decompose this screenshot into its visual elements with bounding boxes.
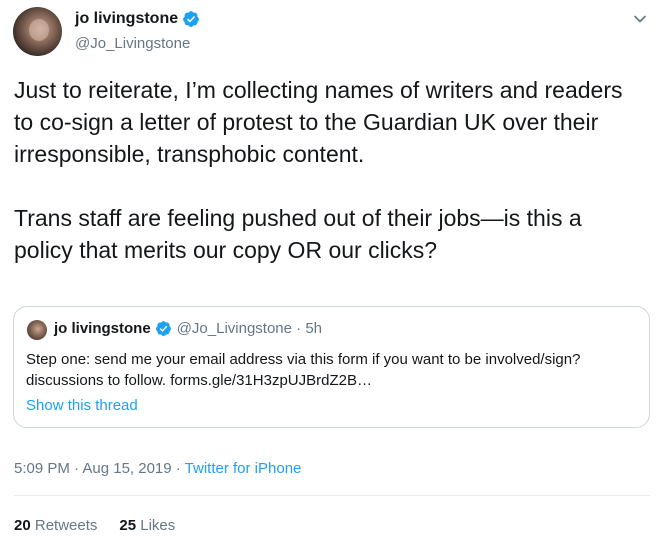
divider <box>14 495 650 496</box>
show-thread-link[interactable]: Show this thread <box>26 397 138 414</box>
timestamp[interactable]: 5:09 PM · Aug 15, 2019 · <box>14 460 185 477</box>
quoted-display-name: jo livingstone <box>54 320 151 337</box>
likes-stat[interactable]: 25 Likes <box>119 517 175 534</box>
verified-badge-icon <box>155 321 171 336</box>
quoted-tweet-header: jo livingstone @Jo_Livingstone · 5h <box>54 320 322 337</box>
likes-count: 25 <box>119 517 137 534</box>
quoted-tweet-text: Step one: send me your email address via… <box>26 351 581 389</box>
retweets-label: Retweets <box>30 517 98 534</box>
likes-label: Likes <box>136 517 176 534</box>
engagement-stats: 20 Retweets 25 Likes <box>14 517 197 534</box>
retweets-stat[interactable]: 20 Retweets <box>14 517 97 534</box>
verified-badge-icon <box>183 11 199 27</box>
avatar[interactable] <box>13 7 62 56</box>
quoted-tweet-card[interactable]: jo livingstone @Jo_Livingstone · 5h Step… <box>13 306 650 428</box>
tweet: jo livingstone @Jo_Livingstone Just to r… <box>0 0 659 547</box>
chevron-down-icon[interactable] <box>633 12 647 26</box>
author-display-name[interactable]: jo livingstone <box>75 10 178 28</box>
retweets-count: 20 <box>14 517 31 534</box>
tweet-text: Just to reiterate, I’m collecting names … <box>14 77 623 263</box>
author-name-row[interactable]: jo livingstone <box>75 10 200 28</box>
quoted-avatar <box>27 320 47 340</box>
tweet-metadata: 5:09 PM · Aug 15, 2019 · Twitter for iPh… <box>14 460 301 477</box>
author-handle[interactable]: @Jo_Livingstone <box>75 35 190 52</box>
source-link[interactable]: Twitter for iPhone <box>185 460 302 477</box>
quoted-handle-time: @Jo_Livingstone · 5h <box>176 320 322 337</box>
